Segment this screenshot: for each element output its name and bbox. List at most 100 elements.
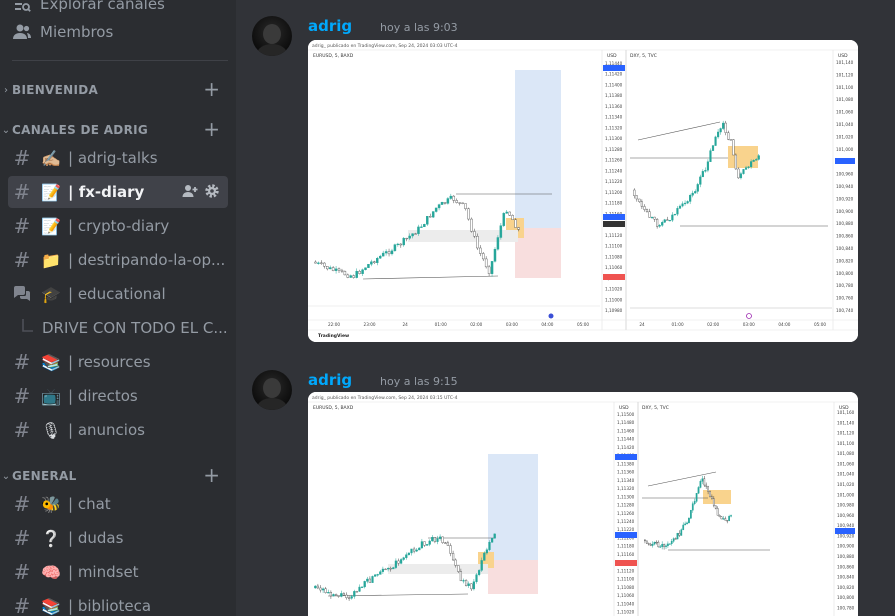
avatar[interactable] [252, 16, 292, 56]
channel-label: | fx-diary [68, 183, 145, 201]
category-general[interactable]: ⌄ GENERAL + [0, 463, 236, 487]
price-tick-label: 101,020 [836, 134, 854, 139]
candle-body [461, 202, 464, 204]
candle-body [449, 545, 452, 554]
candle-body [711, 145, 715, 151]
price-tick-label: 1,11200 [605, 190, 623, 195]
candle-body [423, 541, 426, 546]
candle-body [479, 247, 482, 254]
candle-body [680, 529, 683, 536]
members-item[interactable]: Miembros [8, 16, 228, 48]
channel-biblioteca[interactable]: # 📚 | biblioteca [8, 590, 228, 616]
candle-body [704, 170, 707, 172]
channel-label: | resources [68, 353, 151, 371]
category-label: GENERAL [12, 469, 77, 483]
price-tick-label: 1,11440 [617, 437, 635, 442]
candle-body [490, 261, 494, 274]
channel-anuncios[interactable]: # 🎙 | anuncios [8, 414, 228, 446]
channel-mindset[interactable]: # 🧠 | mindset [8, 556, 228, 588]
chart-image-attachment[interactable]: adrig_ publicado en TradingView.com, Sep… [308, 392, 858, 616]
candle-body [665, 545, 667, 547]
price-tick-label: 1,11340 [605, 115, 623, 120]
candle-body [334, 594, 338, 596]
candle-body [755, 159, 758, 161]
candle-body [724, 122, 727, 133]
price-tick-label: 100,960 [836, 172, 854, 177]
candle-body [477, 570, 481, 575]
candle-body [451, 553, 455, 561]
price-tick-label: 101,120 [837, 431, 855, 436]
channel-fx-diary[interactable]: # 📝 | fx-diary [8, 176, 228, 208]
candle-body [643, 206, 646, 210]
candle-body [732, 139, 735, 156]
price-tick-label: 1,11100 [605, 244, 623, 249]
left-pair-label: EURUSD, 5, BAXD [313, 405, 354, 411]
price-tick-label: 100,880 [837, 554, 855, 559]
price-tick-label: 1,11280 [605, 147, 623, 152]
candle-body [367, 264, 370, 268]
candle-body [437, 204, 441, 209]
text-channel-icon: # [13, 594, 31, 616]
candle-body [467, 583, 470, 586]
candle-body [701, 171, 704, 178]
thread-drive-con-todo[interactable]: DRIVE CON TODO EL C... [8, 312, 228, 344]
candle-body [711, 496, 713, 499]
add-channel-icon[interactable]: + [203, 77, 220, 101]
right-price-axis: 101,140 101,120 101,100 101,080 101,060 101,0… [836, 60, 854, 313]
candle-body [653, 216, 656, 220]
candle-body [425, 544, 429, 546]
candle-body [446, 198, 450, 204]
price-tick-label: 100,840 [837, 575, 855, 580]
folder-emoji: 📁 [41, 250, 61, 270]
chart-image-attachment[interactable]: adrig_ publicado en TradingView.com, Sep… [308, 40, 858, 342]
category-label: CANALES DE ADRIG [12, 123, 149, 137]
price-tick-label: 100,840 [836, 246, 854, 251]
explore-channels-label: Explorar canales [40, 0, 165, 13]
candle-body [724, 518, 727, 521]
candle-body [709, 150, 712, 162]
channel-crypto-diary[interactable]: # 📝 | crypto-diary [8, 210, 228, 242]
category-canales-de-adrig[interactable]: ⌄ CANALES DE ADRIG + [0, 117, 236, 141]
channel-sidebar: Explorar canales Miembros › BIENVENIDA +… [0, 0, 236, 616]
price-tick-label: 1,11400 [605, 82, 623, 87]
candle-body [342, 593, 346, 596]
candle-body [407, 552, 411, 555]
price-tag [603, 221, 625, 227]
channel-chat[interactable]: # 🐝 | chat [8, 488, 228, 520]
candle-body [671, 214, 674, 221]
channel-label: | chat [68, 495, 111, 513]
price-tick-label: 1,11080 [617, 585, 635, 590]
candle-body [464, 203, 467, 209]
candle-body [373, 261, 376, 263]
price-tag [603, 214, 625, 220]
message-author[interactable]: adrig [308, 371, 352, 389]
candle-body [352, 275, 355, 278]
candle-body [361, 269, 364, 274]
invite-icon[interactable] [182, 183, 198, 203]
message-author[interactable]: adrig [308, 17, 352, 35]
price-tag [615, 454, 637, 460]
price-tick-label: 100,920 [837, 533, 855, 538]
price-tick-label: 1,11120 [617, 568, 635, 573]
channel-educational[interactable]: 🎓 | educational [8, 278, 228, 310]
candle-body [314, 261, 317, 264]
channel-resources[interactable]: # 📚 | resources [8, 346, 228, 378]
add-channel-icon[interactable]: + [203, 463, 220, 487]
price-tick-label: 1,11420 [605, 72, 623, 77]
category-bienvenida[interactable]: › BIENVENIDA + [0, 77, 236, 101]
channel-destripando-la-op[interactable]: # 📁 | destripando-la-op... [8, 244, 228, 276]
candle-body [420, 226, 423, 228]
add-channel-icon[interactable]: + [203, 117, 220, 141]
memo-emoji: 📝 [41, 216, 61, 236]
candle-body [661, 544, 664, 547]
channel-dudas[interactable]: # ❔ | dudas [8, 522, 228, 554]
channel-directos[interactable]: # 📺 | directos [8, 380, 228, 412]
candle-body [431, 211, 435, 218]
candle-body [686, 201, 689, 204]
channel-adrig-talks[interactable]: # ✍🏼 | adrig-talks [8, 142, 228, 174]
settings-gear-icon[interactable] [204, 183, 220, 203]
members-icon [10, 23, 34, 41]
tradingview-chart: adrig_ publicado en TradingView.com, Sep… [308, 392, 858, 616]
price-tick-label: 101,080 [837, 451, 855, 456]
avatar[interactable] [252, 370, 292, 410]
